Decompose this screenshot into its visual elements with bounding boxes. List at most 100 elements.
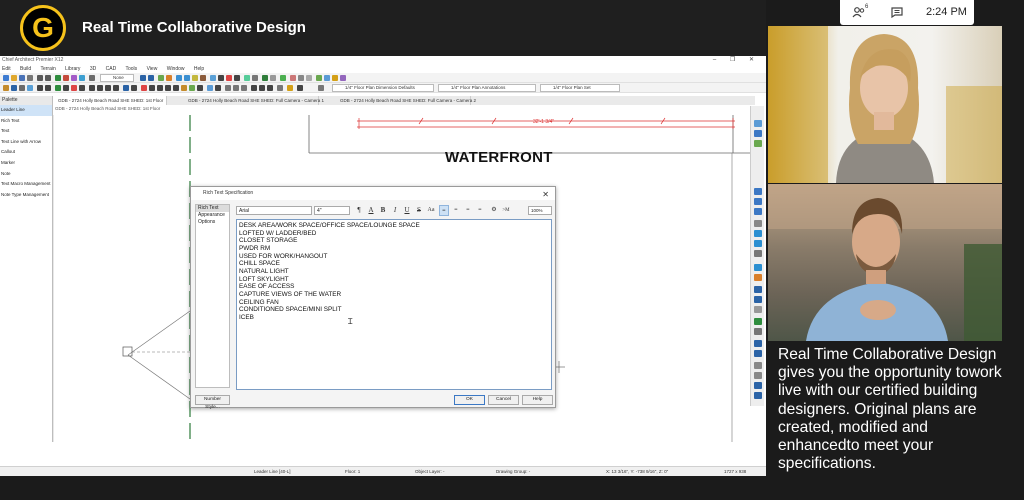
circle-tool-icon[interactable] <box>105 85 111 91</box>
wall-tool-icon[interactable] <box>3 85 9 91</box>
extend-icon[interactable] <box>267 85 273 91</box>
cancel-button[interactable]: Cancel <box>488 395 519 405</box>
view-2-icon[interactable] <box>754 240 762 247</box>
fence-icon[interactable] <box>55 85 61 91</box>
palette-item-callout[interactable]: Callout <box>0 147 52 158</box>
snap-toggle-icon[interactable] <box>754 350 762 357</box>
help-button[interactable]: Help <box>522 395 553 405</box>
strikethrough-icon[interactable]: S <box>414 205 424 216</box>
window-controls[interactable]: – ❐ ✕ <box>713 56 760 65</box>
fit-icon[interactable] <box>754 140 762 147</box>
line-spacing-icon[interactable]: ¶ <box>354 205 364 216</box>
move-icon[interactable] <box>149 85 155 91</box>
library-icon[interactable] <box>252 75 258 81</box>
layer-icon[interactable] <box>89 75 95 81</box>
deck-icon[interactable] <box>63 85 69 91</box>
menu-tools[interactable]: Tools <box>126 66 138 72</box>
underline-icon[interactable]: U <box>402 205 412 216</box>
undo-icon[interactable] <box>37 75 43 81</box>
tab-first-floor[interactable]: GDB - 2724 Holly Beach Road SHE SHED: 1s… <box>55 96 167 105</box>
cabinet-icon[interactable] <box>200 75 206 81</box>
filter-icon[interactable] <box>297 85 303 91</box>
grid-icon[interactable] <box>280 75 286 81</box>
dimension-defaults-select[interactable]: 1/4" Floor Plan Dimension Defaults <box>332 84 434 92</box>
palette-item-note[interactable]: Note <box>0 169 52 180</box>
walkthrough-icon[interactable] <box>754 318 762 325</box>
copy-icon[interactable] <box>71 75 77 81</box>
menu-terrain[interactable]: Terrain <box>40 66 55 72</box>
text-insert-icon[interactable] <box>123 85 129 91</box>
fill-window-icon[interactable] <box>158 75 164 81</box>
dimension-icon[interactable] <box>226 75 232 81</box>
plan-view-icon[interactable] <box>754 286 762 293</box>
terrain-icon[interactable] <box>244 75 250 81</box>
menu-cad[interactable]: CAD <box>106 66 117 72</box>
camera-list-icon[interactable] <box>754 328 762 335</box>
palette-item-rich-text[interactable]: Rich Text <box>0 116 52 127</box>
macro-icon[interactable]: ⚙ <box>489 205 499 216</box>
tab-camera-2[interactable]: GDB - 2724 Holly Beach Road SHE SHED: Fu… <box>337 96 476 105</box>
close-icon[interactable]: ✕ <box>542 188 549 201</box>
participant-video-woman[interactable] <box>768 26 1002 183</box>
menu-3d[interactable]: 3D <box>90 66 96 72</box>
layer-toggle-icon[interactable] <box>754 250 762 257</box>
offset-icon[interactable] <box>241 85 247 91</box>
case-icon[interactable]: Aa <box>426 205 436 216</box>
palette-item-marker[interactable]: Marker <box>0 158 52 169</box>
menu-library[interactable]: Library <box>65 66 80 72</box>
save-icon[interactable] <box>19 75 25 81</box>
font-family-select[interactable]: Arial <box>236 206 312 215</box>
group-icon[interactable] <box>189 85 195 91</box>
delete-object-icon[interactable] <box>141 85 147 91</box>
align-icon[interactable] <box>197 85 203 91</box>
paste-icon[interactable] <box>79 75 85 81</box>
nav-rich-text[interactable]: Rich Text <box>196 205 229 212</box>
magnify-plus-icon[interactable] <box>754 198 762 205</box>
waterfront-label[interactable]: WATERFRONT <box>445 149 553 166</box>
box-icon[interactable] <box>97 85 103 91</box>
menu-build[interactable]: Build <box>20 66 31 72</box>
stairs-icon[interactable] <box>218 75 224 81</box>
nav-options[interactable]: Options <box>196 219 229 226</box>
grid-toggle-icon[interactable] <box>754 340 762 347</box>
ok-button[interactable]: OK <box>454 395 485 405</box>
tile-icon[interactable] <box>754 372 762 379</box>
redo-icon[interactable] <box>45 75 51 81</box>
align-right-icon[interactable]: ≡ <box>463 205 473 216</box>
refresh-icon[interactable] <box>754 264 762 271</box>
participant-video-man[interactable] <box>768 184 1002 341</box>
material-icon[interactable] <box>270 75 276 81</box>
nav-appearance[interactable]: Appearance <box>196 212 229 219</box>
display-icon[interactable] <box>754 382 762 389</box>
zoom-icon[interactable] <box>140 75 146 81</box>
angle-icon[interactable] <box>233 85 239 91</box>
menu-view[interactable]: View <box>147 66 158 72</box>
lock-icon[interactable] <box>215 85 221 91</box>
options-icon[interactable] <box>754 392 762 399</box>
camera-icon[interactable] <box>166 75 172 81</box>
schedule-icon[interactable] <box>332 75 338 81</box>
palette-item-text-macro[interactable]: Text Macro Management <box>0 179 52 190</box>
dimension-defaults-icon[interactable] <box>287 85 293 91</box>
magnify-icon[interactable] <box>754 188 762 195</box>
annotation-set-select[interactable]: 1/4" Floor Plan Annotations <box>438 84 536 92</box>
elevation-icon[interactable] <box>184 75 190 81</box>
window-tool-icon[interactable] <box>210 75 216 81</box>
menu-edit[interactable]: Edit <box>2 66 11 72</box>
sheet-icon[interactable] <box>316 75 322 81</box>
spline-icon[interactable] <box>89 85 95 91</box>
house-icon[interactable] <box>176 75 182 81</box>
plan-icon[interactable] <box>318 85 324 91</box>
trim-icon[interactable] <box>259 85 265 91</box>
cabinet-tool-icon[interactable] <box>37 85 43 91</box>
zoom-select[interactable]: 100% <box>528 206 552 215</box>
section-icon[interactable] <box>754 306 762 313</box>
bold-icon[interactable]: B <box>378 205 388 216</box>
align-left-icon[interactable]: ≡ <box>439 205 449 216</box>
print-icon[interactable] <box>27 75 33 81</box>
layer-set-select[interactable]: 1/4" Floor Plan Set <box>540 84 620 92</box>
palette-item-note-type[interactable]: Note Type Management <box>0 190 52 201</box>
palette-item-leader-line[interactable]: Leader Line <box>0 105 52 116</box>
chat-icon[interactable] <box>890 6 904 18</box>
view-icon[interactable] <box>754 230 762 237</box>
